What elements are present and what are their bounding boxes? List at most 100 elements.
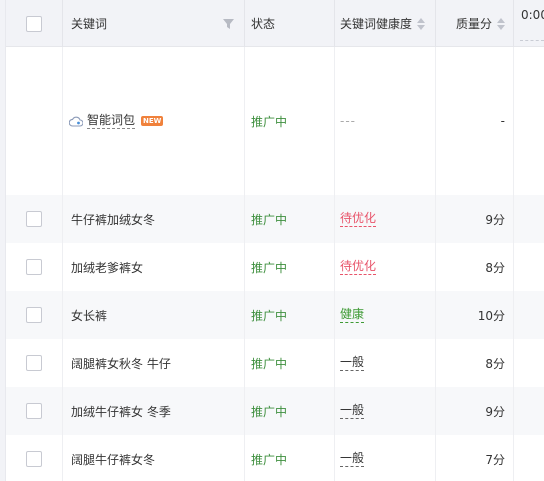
- status-text: 推广中: [251, 356, 288, 371]
- table-row: 阔腿牛仔裤女冬 推广中 一般 7分: [6, 435, 544, 481]
- row-select-cell[interactable]: [6, 243, 62, 291]
- extra-cell: [514, 195, 544, 243]
- score-cell: 8分: [436, 339, 514, 387]
- extra-cell: [514, 47, 544, 195]
- status-text: 推广中: [251, 212, 288, 227]
- keyword-cell: 牛仔裤加绒女冬: [62, 195, 245, 243]
- keyword-text: 加绒牛仔裤女 冬季: [71, 404, 171, 419]
- status-text: 推广中: [251, 308, 288, 323]
- health-cell: 待优化: [335, 243, 436, 291]
- table-row-smart-package: 智能词包 NEW 推广中 --- -: [6, 47, 544, 195]
- filter-icon[interactable]: [223, 18, 234, 29]
- header-score-label: 质量分: [455, 17, 492, 31]
- score-text: 10分: [477, 308, 505, 323]
- table-row: 女长裤 推广中 健康 10分: [6, 291, 544, 339]
- header-extra: 0:00: [514, 0, 544, 47]
- keyword-cell: 女长裤: [62, 291, 245, 339]
- header-status: 状态: [245, 0, 335, 47]
- health-status[interactable]: 待优化: [340, 259, 377, 275]
- smart-package[interactable]: 智能词包 NEW: [69, 113, 164, 129]
- table-row: 阔腿裤女秋冬 牛仔 推广中 一般 8分: [6, 339, 544, 387]
- health-status[interactable]: 一般: [340, 451, 365, 467]
- keyword-cell: 加绒老爹裤女: [62, 243, 245, 291]
- health-cell: ---: [335, 47, 436, 195]
- status-cell: 推广中: [245, 435, 335, 481]
- extra-cell: [514, 243, 544, 291]
- health-status[interactable]: 一般: [340, 355, 365, 371]
- header-keyword-label: 关键词: [71, 17, 108, 31]
- row-checkbox[interactable]: [26, 211, 42, 227]
- row-select-cell[interactable]: [6, 435, 62, 481]
- health-empty: ---: [340, 114, 356, 128]
- extra-cell: [514, 435, 544, 481]
- keyword-text: 女长裤: [71, 308, 108, 323]
- keyword-text: 阔腿牛仔裤女冬: [71, 452, 156, 467]
- keyword-text: 牛仔裤加绒女冬: [71, 212, 156, 227]
- header-select-all[interactable]: [6, 0, 62, 47]
- status-text: 推广中: [251, 452, 288, 467]
- keyword-text: 阔腿裤女秋冬 牛仔: [71, 356, 171, 371]
- health-cell: 一般: [335, 339, 436, 387]
- table-header: 关键词 状态 关键词健康度 质量分 0:00: [6, 0, 544, 47]
- header-keyword: 关键词: [62, 0, 245, 47]
- status-text: 推广中: [251, 114, 288, 129]
- extra-cell: [514, 291, 544, 339]
- row-checkbox[interactable]: [26, 451, 42, 467]
- row-checkbox[interactable]: [26, 355, 42, 371]
- score-text: 8分: [485, 356, 505, 371]
- status-text: 推广中: [251, 404, 288, 419]
- sort-icon[interactable]: [417, 17, 426, 30]
- score-cell: -: [436, 47, 514, 195]
- row-checkbox[interactable]: [26, 259, 42, 275]
- status-cell: 推广中: [245, 339, 335, 387]
- health-cell: 健康: [335, 291, 436, 339]
- status-cell: 推广中: [245, 291, 335, 339]
- row-select-cell[interactable]: [6, 387, 62, 435]
- status-cell: 推广中: [245, 387, 335, 435]
- header-health[interactable]: 关键词健康度: [335, 0, 436, 47]
- health-cell: 一般: [335, 387, 436, 435]
- score-text: 7分: [485, 452, 505, 467]
- health-status[interactable]: 待优化: [340, 211, 377, 227]
- keyword-cell: 阔腿裤女秋冬 牛仔: [62, 339, 245, 387]
- status-text: 推广中: [251, 260, 288, 275]
- header-health-label: 关键词健康度: [340, 17, 413, 31]
- table-row: 加绒牛仔裤女 冬季 推广中 一般 9分: [6, 387, 544, 435]
- score-text: 9分: [485, 212, 505, 227]
- health-cell: 一般: [335, 435, 436, 481]
- status-cell: 推广中: [245, 243, 335, 291]
- row-checkbox[interactable]: [26, 307, 42, 323]
- keyword-text: 加绒老爹裤女: [71, 260, 144, 275]
- table-row: 牛仔裤加绒女冬 推广中 待优化 9分: [6, 195, 544, 243]
- score-cell: 7分: [436, 435, 514, 481]
- row-select-cell[interactable]: [6, 291, 62, 339]
- health-status[interactable]: 健康: [340, 307, 365, 323]
- score-cell: 9分: [436, 387, 514, 435]
- extra-cell: [514, 387, 544, 435]
- health-status[interactable]: 一般: [340, 403, 365, 419]
- keyword-cell: 智能词包 NEW: [62, 47, 245, 195]
- status-cell: 推广中: [245, 47, 335, 195]
- score-cell: 10分: [436, 291, 514, 339]
- score-cell: 8分: [436, 243, 514, 291]
- table-row: 加绒老爹裤女 推广中 待优化 8分: [6, 243, 544, 291]
- header-score[interactable]: 质量分: [436, 0, 514, 47]
- smart-package-label[interactable]: 智能词包: [87, 113, 136, 129]
- row-select-cell[interactable]: [6, 339, 62, 387]
- health-cell: 待优化: [335, 195, 436, 243]
- score-text: 8分: [485, 260, 505, 275]
- row-checkbox[interactable]: [26, 403, 42, 419]
- sort-icon[interactable]: [497, 17, 505, 30]
- keyword-table: 关键词 状态 关键词健康度 质量分 0:00: [6, 0, 544, 481]
- select-all-checkbox[interactable]: [26, 15, 42, 32]
- header-extra-label: 0:00: [521, 8, 544, 22]
- score-text: -: [500, 114, 505, 128]
- row-select-cell: [6, 47, 62, 195]
- extra-cell: [514, 339, 544, 387]
- row-select-cell[interactable]: [6, 195, 62, 243]
- status-cell: 推广中: [245, 195, 335, 243]
- new-badge: NEW: [141, 116, 164, 126]
- header-status-label: 状态: [251, 17, 276, 31]
- score-text: 9分: [485, 404, 505, 419]
- keyword-cell: 加绒牛仔裤女 冬季: [62, 387, 245, 435]
